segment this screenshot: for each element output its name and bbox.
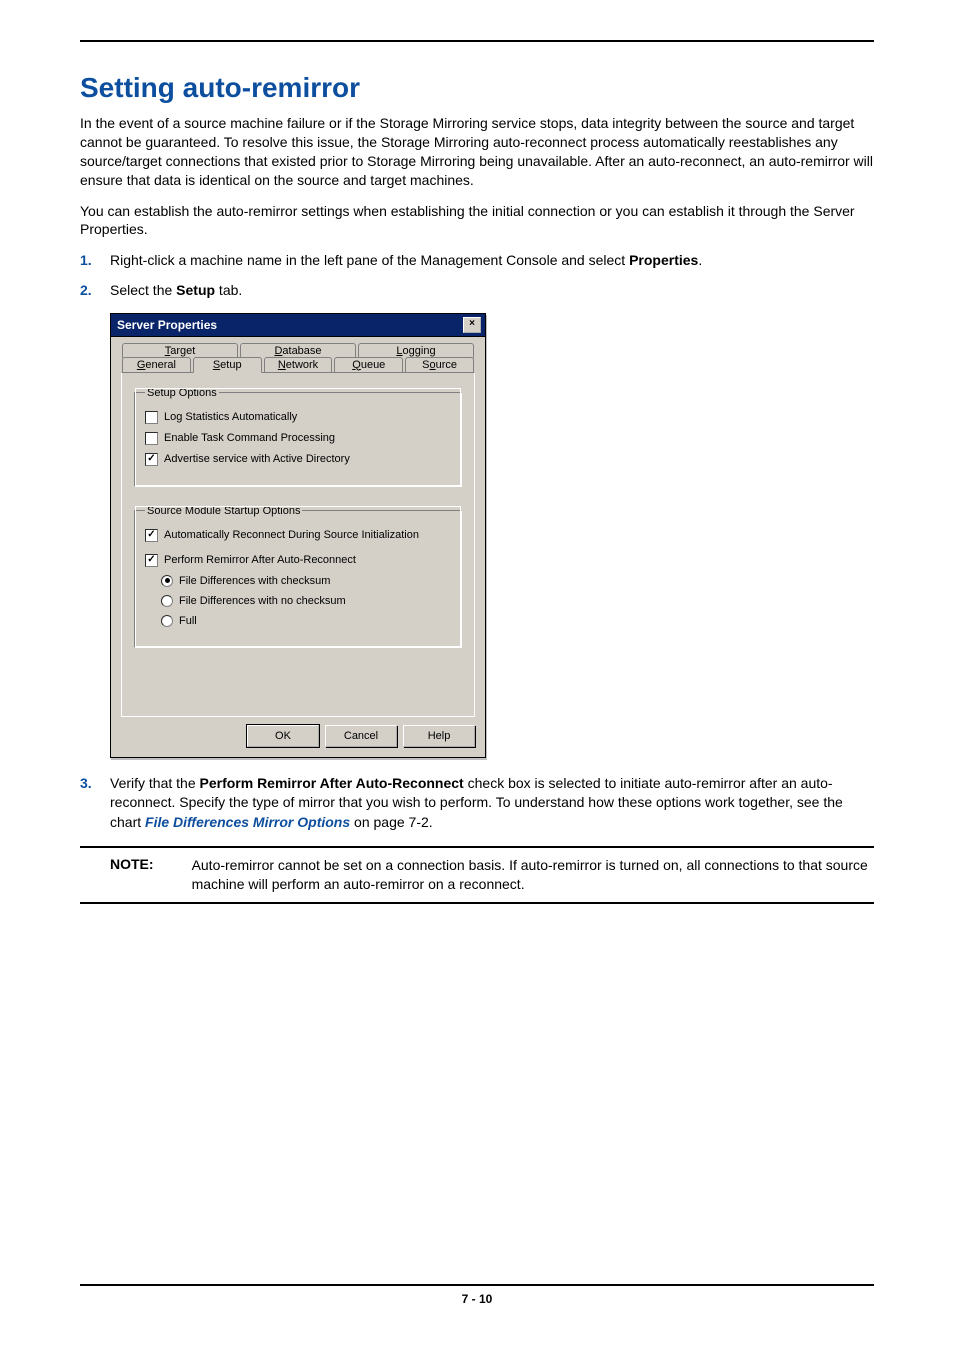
source-module-startup-group: Source Module Startup Options ✓ Automati… [134, 505, 462, 648]
server-properties-dialog: Server Properties × TTargetarget Databas… [110, 313, 486, 758]
checkbox-log-statistics[interactable]: ✓ Log Statistics Automatically [145, 411, 451, 424]
tab-network[interactable]: NetworkNetwork [264, 357, 333, 372]
help-button[interactable]: Help [403, 725, 475, 747]
step-2: 2. Select the Setup tab. [80, 281, 874, 301]
intro-para-1: In the event of a source machine failure… [80, 114, 874, 190]
radio-file-diff-no-checksum[interactable]: File Differences with no checksum [161, 595, 451, 607]
tab-queue[interactable]: QueueQueue [334, 357, 403, 372]
radio-full[interactable]: Full [161, 615, 451, 627]
page-footer: 7 - 10 [80, 1284, 874, 1306]
tab-general[interactable]: GeneralGeneral [122, 357, 191, 372]
step-3: 3. Verify that the Perform Remirror Afte… [80, 774, 874, 833]
page-number: 7 - 10 [462, 1292, 493, 1306]
note-text: Auto-remirror cannot be set on a connect… [192, 856, 874, 894]
note-label: NOTE: [80, 856, 174, 894]
tab-database[interactable]: DatabaseDatabase [240, 343, 356, 358]
step-number: 2. [80, 281, 92, 301]
step-number: 3. [80, 774, 92, 794]
note-block: NOTE: Auto-remirror cannot be set on a c… [80, 846, 874, 904]
group-legend: Setup Options [145, 387, 219, 399]
tab-logging[interactable]: LoggingLogging [358, 343, 474, 358]
cancel-button[interactable]: Cancel [325, 725, 397, 747]
step-1: 1. Right-click a machine name in the lef… [80, 251, 874, 271]
group-legend: Source Module Startup Options [145, 505, 302, 517]
dialog-titlebar: Server Properties × [110, 313, 486, 337]
dialog-title: Server Properties [117, 318, 217, 332]
tab-target[interactable]: TTargetarget [122, 343, 238, 358]
checkbox-auto-reconnect[interactable]: ✓ Automatically Reconnect During Source … [145, 529, 451, 542]
intro-para-2: You can establish the auto-remirror sett… [80, 202, 874, 240]
checkbox-enable-task-command[interactable]: ✓ Enable Task Command Processing [145, 432, 451, 445]
checkbox-perform-remirror[interactable]: ✓ Perform Remirror After Auto-Reconnect [145, 554, 451, 567]
close-icon[interactable]: × [463, 317, 481, 333]
tab-source[interactable]: SourceSource [405, 357, 474, 372]
checkbox-advertise-ad[interactable]: ✓ Advertise service with Active Director… [145, 453, 451, 466]
tab-setup[interactable]: SetupSetup [193, 357, 262, 373]
cross-reference-link[interactable]: File Differences Mirror Options [145, 814, 350, 830]
page-heading: Setting auto-remirror [80, 72, 874, 104]
ok-button[interactable]: OK [247, 725, 319, 747]
radio-file-diff-checksum[interactable]: File Differences with checksum [161, 575, 451, 587]
setup-options-group: Setup Options ✓ Log Statistics Automatic… [134, 387, 462, 487]
step-number: 1. [80, 251, 92, 271]
